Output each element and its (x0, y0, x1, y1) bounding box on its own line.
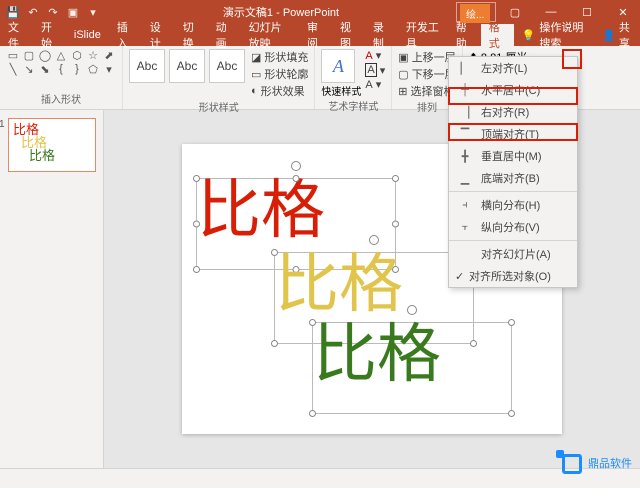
text-outline-button[interactable]: A▾ (365, 63, 385, 77)
watermark: 鼎品软件 (556, 450, 632, 476)
group-wordart: A 快速样式 A▾ A▾ A▾ 艺术字样式 (315, 46, 392, 109)
check-icon: ✓ (455, 270, 464, 283)
backward-icon: ▢ (398, 68, 408, 81)
tab-design[interactable]: 设计 (142, 24, 175, 46)
fill-icon: ◪ (251, 51, 261, 64)
textbox-green[interactable]: 比格 (312, 322, 512, 414)
align-right-icon: ▕ (457, 105, 473, 119)
statusbar (0, 468, 640, 488)
menu-align-selected[interactable]: ✓对齐所选对象(O) (449, 265, 577, 287)
menu-align-top[interactable]: ▔顶端对齐(T) (449, 123, 577, 145)
thumb-number: 1 (0, 119, 5, 130)
text-yellow: 比格 (275, 253, 473, 317)
rotate-handle[interactable] (369, 235, 379, 245)
tab-home[interactable]: 开始 (33, 24, 66, 46)
rotate-handle[interactable] (407, 305, 417, 315)
menu-align-left[interactable]: ▏左对齐(L) (449, 57, 577, 79)
align-middle-v-icon: ╋ (457, 149, 473, 163)
bulb-icon: 💡 (522, 29, 536, 42)
save-icon[interactable]: 💾 (6, 5, 20, 19)
forward-icon: ▣ (398, 51, 408, 64)
menu-align-right[interactable]: ▕右对齐(R) (449, 101, 577, 123)
tab-format[interactable]: 格式 (481, 24, 514, 46)
share-icon: 👤 (602, 29, 616, 42)
tab-help[interactable]: 帮助 (448, 24, 481, 46)
shape-effects-button[interactable]: ◐形状效果 (251, 83, 308, 99)
shape-fill-button[interactable]: ◪形状填充 (251, 49, 308, 65)
menu-align-middle-v[interactable]: ╋垂直居中(M) (449, 145, 577, 167)
start-icon[interactable]: ▣ (66, 5, 80, 19)
text-fill-button[interactable]: A▾ (365, 49, 385, 62)
tab-islide[interactable]: iSlide (66, 24, 109, 46)
tab-file[interactable]: 文件 (0, 24, 33, 46)
align-left-icon: ▏ (457, 61, 473, 75)
align-slide-icon (457, 247, 473, 261)
align-bottom-icon: ▁ (457, 171, 473, 185)
pane-icon: ⊞ (398, 85, 407, 98)
text-green: 比格 (313, 323, 511, 387)
tab-animations[interactable]: 动画 (208, 24, 241, 46)
redo-icon[interactable]: ↷ (46, 5, 60, 19)
tab-record[interactable]: 录制 (365, 24, 398, 46)
menu-distribute-v[interactable]: ⫟纵向分布(V) (449, 216, 577, 238)
tab-insert[interactable]: 插入 (109, 24, 142, 46)
quick-access-toolbar: 💾 ↶ ↷ ▣ ▾ (0, 5, 106, 19)
quick-styles-button[interactable]: A 快速样式 (321, 49, 361, 98)
undo-icon[interactable]: ↶ (26, 5, 40, 19)
group-shape-styles: Abc Abc Abc ◪形状填充 ▭形状轮廓 ◐形状效果 形状样式 (123, 46, 315, 109)
thumbnail-pane[interactable]: 1 比格 比格 比格 (0, 110, 104, 468)
menu-align-center-h[interactable]: ┼水平居中(C) (449, 79, 577, 101)
shape-outline-button[interactable]: ▭形状轮廓 (251, 66, 308, 82)
tab-view[interactable]: 视图 (332, 24, 365, 46)
menu-align-bottom[interactable]: ▁底端对齐(B) (449, 167, 577, 189)
share-button[interactable]: 👤共享 (594, 19, 640, 51)
shapes-gallery[interactable]: ▭▢◯△⬡☆⬈ ╲↘⬊{}⬠▾ (6, 49, 116, 75)
rotate-handle[interactable] (291, 161, 301, 171)
group-label-shapes: 插入形状 (6, 91, 116, 106)
text-red: 比格 (197, 179, 395, 243)
slide-thumbnail-1[interactable]: 1 比格 比格 比格 (8, 118, 96, 172)
window-title: 演示文稿1 - PowerPoint (106, 4, 456, 20)
text-effects-button[interactable]: A▾ (365, 78, 385, 91)
effects-icon: ◐ (251, 85, 258, 97)
menu-align-slide[interactable]: 对齐幻灯片(A) (449, 243, 577, 265)
align-top-icon: ▔ (457, 127, 473, 141)
tab-transitions[interactable]: 切换 (175, 24, 208, 46)
style-gallery[interactable]: Abc Abc Abc (129, 49, 245, 99)
watermark-icon (556, 450, 582, 476)
outline-icon: ▭ (251, 68, 261, 81)
align-menu: ▏左对齐(L) ┼水平居中(C) ▕右对齐(R) ▔顶端对齐(T) ╋垂直居中(… (448, 56, 578, 288)
menu-distribute-h[interactable]: ⫞横向分布(H) (449, 194, 577, 216)
group-insert-shapes: ▭▢◯△⬡☆⬈ ╲↘⬊{}⬠▾ 插入形状 (0, 46, 123, 109)
tab-review[interactable]: 审阅 (299, 24, 332, 46)
align-center-h-icon: ┼ (457, 83, 473, 97)
qat-more-icon[interactable]: ▾ (86, 5, 100, 19)
ribbon-tabs: 文件 开始 iSlide 插入 设计 切换 动画 幻灯片放映 审阅 视图 录制 … (0, 24, 640, 46)
tab-slideshow[interactable]: 幻灯片放映 (241, 24, 299, 46)
distribute-h-icon: ⫞ (457, 198, 473, 212)
distribute-v-icon: ⫟ (457, 220, 473, 234)
tab-developer[interactable]: 开发工具 (398, 24, 448, 46)
contextual-tab-label: 绘... (460, 4, 490, 23)
